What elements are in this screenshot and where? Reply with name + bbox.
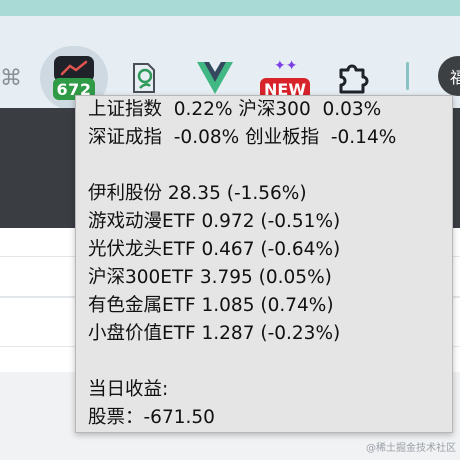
sparkle-icon: ✦✦ [274, 58, 298, 74]
tooltip-line: 伊利股份 28.35 (-1.56%) [88, 183, 307, 204]
watermark: @稀土掘金技术社区 [366, 443, 456, 454]
tooltip-line: 沪深300ETF 3.795 (0.05%) [88, 267, 332, 288]
profile-avatar[interactable]: 福 [438, 56, 460, 96]
tooltip-line: 股票：-671.50 [88, 407, 215, 428]
stock-tooltip: 上证指数 0.22% 沪深300 0.03% 深证成指 -0.08% 创业板指 … [75, 95, 453, 433]
vue-devtools-icon[interactable] [190, 56, 240, 100]
tooltip-line: 光伏龙头ETF 0.467 (-0.64%) [88, 239, 341, 260]
puzzle-icon[interactable] [330, 56, 376, 100]
tooltip-line: 有色金属ETF 1.085 (0.74%) [88, 295, 334, 316]
window-top-strip [0, 0, 460, 16]
tooltip-line: 上证指数 0.22% 沪深300 0.03% [88, 99, 382, 120]
tooltip-line: 游戏动漫ETF 0.972 (-0.51%) [88, 211, 341, 232]
tooltip-line: 深证成指 -0.08% 创业板指 -0.14% [88, 127, 397, 148]
toolbar-divider [406, 62, 409, 90]
tooltip-line: 小盘价值ETF 1.287 (-0.23%) [88, 323, 341, 344]
tooltip-line: 当日收益: [88, 379, 169, 400]
hash-icon[interactable]: ⌘ [0, 60, 22, 96]
document-edit-icon[interactable] [128, 56, 160, 100]
